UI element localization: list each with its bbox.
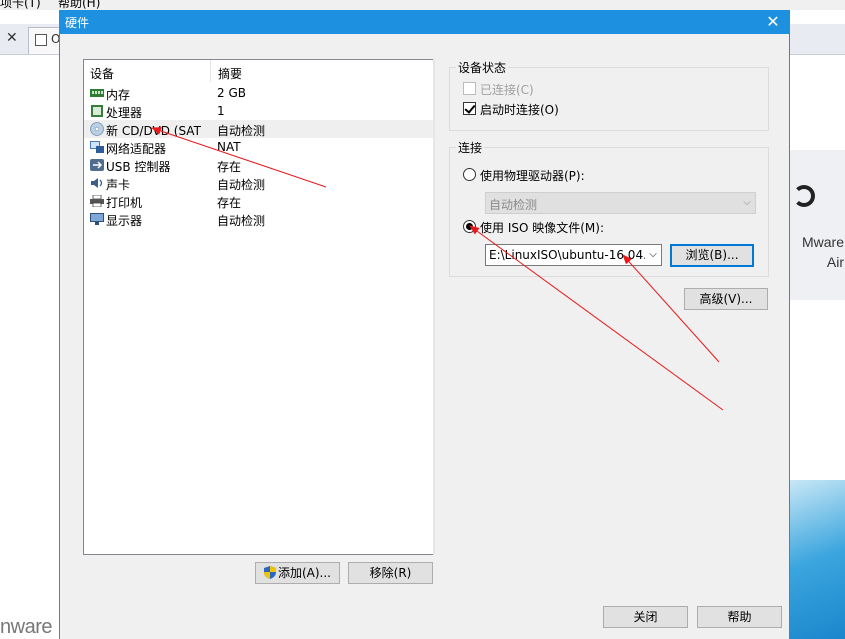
dialog-close-button[interactable]: ✕ (758, 10, 788, 34)
device-summary: NAT (217, 140, 241, 154)
menu-item-help[interactable]: 帮助(H) (58, 0, 100, 10)
panel-separator (433, 59, 435, 555)
device-row-usb[interactable]: USB 控制器 存在 (84, 156, 433, 174)
sound-card-icon (91, 178, 103, 188)
physical-drive-value: 自动检测 (489, 198, 538, 212)
chevron-down-icon[interactable]: ⌵ (645, 245, 661, 265)
add-button-label: 添加(A)... (277, 566, 332, 580)
cd-dvd-icon (90, 122, 104, 136)
iso-path-value: E:\LinuxISO\ubuntu-16.04.5 (489, 248, 645, 262)
device-row-memory[interactable]: 内存 2 GB (84, 84, 433, 102)
app-menubar: 项卡(T) 帮助(H) (0, 0, 845, 10)
background-panel-text: Mware Air (784, 232, 844, 272)
background-panel (790, 150, 845, 300)
memory-icon (90, 89, 104, 97)
iso-path-select[interactable]: E:\LinuxISO\ubuntu-16.04.5 ⌵ (485, 244, 662, 266)
device-name: 网络适配器 (106, 142, 167, 156)
column-header-device[interactable]: 设备 (90, 65, 114, 82)
tab-close-icon[interactable]: ✕ (6, 30, 18, 46)
device-list[interactable]: 设备 摘要 内存 2 GB 处理器 1 新 CD/DVD (SAT 自动检测 网… (83, 59, 434, 555)
processor-icon (91, 105, 103, 117)
browse-button[interactable]: 浏览(B)... (670, 244, 754, 267)
background-graphic (790, 480, 845, 639)
uac-shield-icon (263, 566, 276, 579)
column-header-summary[interactable]: 摘要 (218, 65, 242, 82)
device-row-printer[interactable]: 打印机 存在 (84, 192, 433, 210)
device-name: 新 CD/DVD (SAT (106, 124, 201, 138)
use-iso-image-radio[interactable] (463, 220, 476, 233)
vm-tab-icon (35, 34, 47, 46)
device-status-group: 设备状态 已连接(C) 启动时连接(O) (449, 59, 769, 131)
device-name: 显示器 (106, 214, 143, 228)
connected-checkbox[interactable] (463, 82, 476, 95)
dialog-title: 硬件 (65, 16, 90, 30)
device-name: 处理器 (106, 106, 143, 120)
remove-button[interactable]: 移除(R) (348, 562, 433, 584)
dialog-body: 设备 摘要 内存 2 GB 处理器 1 新 CD/DVD (SAT 自动检测 网… (60, 34, 789, 639)
chevron-down-icon: ⌵ (739, 193, 755, 213)
menu-item-tabs[interactable]: 项卡(T) (0, 0, 41, 10)
printer-icon (90, 195, 104, 207)
connected-label: 已连接(C) (480, 83, 534, 97)
device-summary: 1 (217, 104, 225, 118)
column-separator[interactable] (210, 60, 211, 82)
background-text-line2: Air (826, 254, 844, 270)
device-status-label: 设备状态 (456, 59, 509, 76)
physical-drive-select[interactable]: 自动检测 ⌵ (485, 192, 756, 214)
device-name: 打印机 (106, 196, 143, 210)
device-summary: 存在 (217, 196, 242, 210)
usb-icon (90, 159, 104, 171)
connect-at-power-on-label: 启动时连接(O) (480, 103, 559, 117)
add-button[interactable]: 添加(A)... (255, 562, 340, 584)
device-row-display[interactable]: 显示器 自动检测 (84, 210, 433, 228)
network-adapter-icon (90, 141, 104, 153)
display-icon (90, 213, 104, 225)
use-physical-drive-label: 使用物理驱动器(P): (480, 169, 585, 183)
advanced-button[interactable]: 高级(V)... (684, 288, 768, 310)
use-physical-drive-radio[interactable] (463, 168, 476, 181)
vmware-logo-icon (793, 185, 815, 207)
close-button[interactable]: 关闭 (603, 606, 688, 628)
device-name: 声卡 (106, 178, 131, 192)
device-summary: 自动检测 (217, 214, 266, 228)
device-list-header: 设备 摘要 (84, 60, 433, 82)
connection-label: 连接 (456, 139, 485, 156)
device-summary: 2 GB (217, 86, 246, 100)
device-summary: 自动检测 (217, 178, 266, 192)
connect-at-power-on-checkbox[interactable] (463, 102, 476, 115)
connection-group: 连接 使用物理驱动器(P): 自动检测 ⌵ 使用 ISO 映像文件(M): E:… (449, 139, 769, 277)
vmware-brand-text: nware (0, 616, 52, 638)
device-row-processor[interactable]: 处理器 1 (84, 102, 433, 120)
device-summary: 存在 (217, 160, 242, 174)
device-name: 内存 (106, 88, 131, 102)
background-text-line1: Mware (801, 234, 844, 250)
device-summary: 自动检测 (217, 124, 266, 138)
device-name: USB 控制器 (106, 160, 171, 174)
help-button[interactable]: 帮助 (697, 606, 782, 628)
hardware-dialog: 硬件 ✕ 设备 摘要 内存 2 GB 处理器 1 新 CD/DVD (SAT 自… (59, 10, 790, 639)
use-iso-image-label: 使用 ISO 映像文件(M): (480, 221, 604, 235)
dialog-titlebar[interactable]: 硬件 ✕ (59, 10, 790, 34)
device-row-cd-dvd[interactable]: 新 CD/DVD (SAT 自动检测 (84, 120, 433, 138)
device-row-sound[interactable]: 声卡 自动检测 (84, 174, 433, 192)
device-row-network[interactable]: 网络适配器 NAT (84, 138, 433, 156)
